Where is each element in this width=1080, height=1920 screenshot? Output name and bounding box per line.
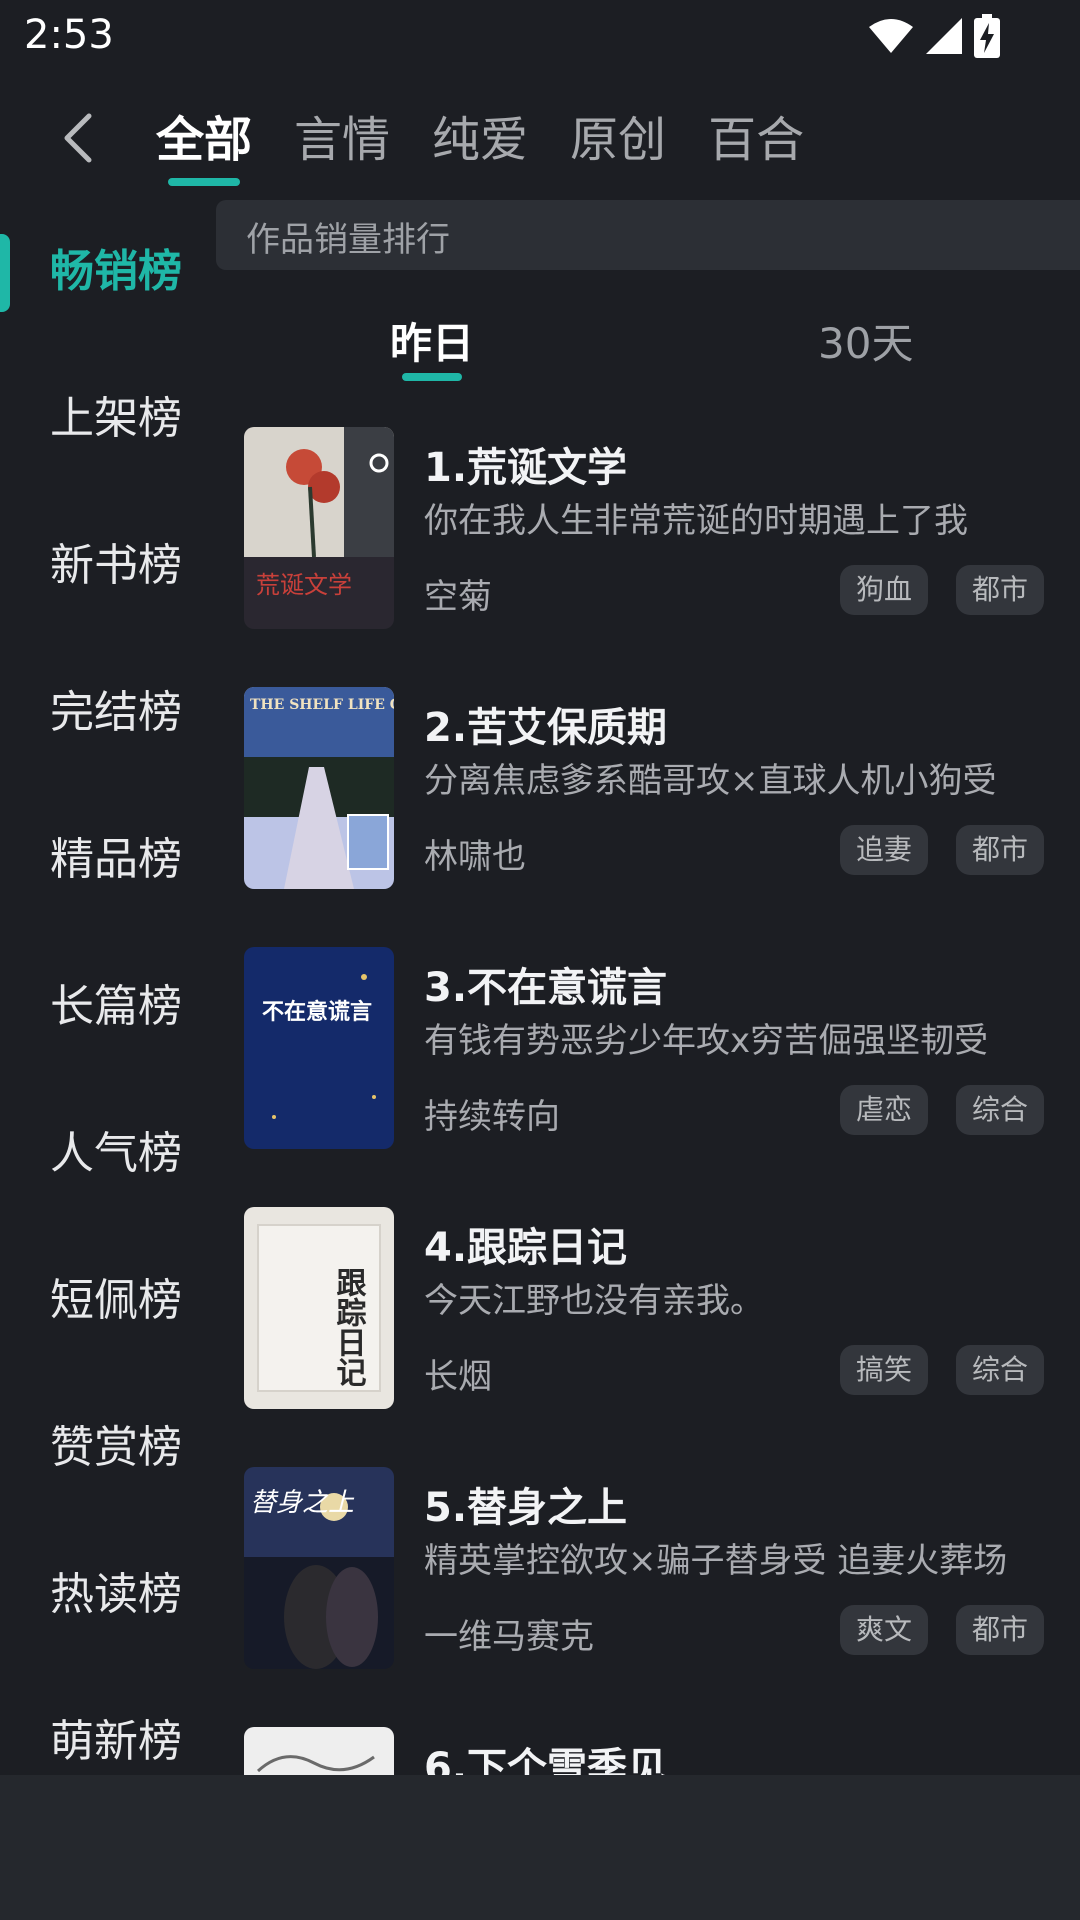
book-tag[interactable]: 追妻 xyxy=(840,825,928,875)
book-tag[interactable]: 综合 xyxy=(956,1345,1044,1395)
book-author: 长烟 xyxy=(424,1357,492,1397)
book-item[interactable]: 不在意谎言 3.不在意谎言 有钱有势恶劣少年攻x穷苦倔强坚韧受 持续转向 虐恋 … xyxy=(244,947,1044,1149)
book-cover[interactable]: 不在意谎言 xyxy=(244,947,394,1149)
book-item[interactable]: 跟踪日记 4.跟踪日记 今天江野也没有亲我。 长烟 搞笑 综合 xyxy=(244,1207,1044,1409)
sidebar-item-newcomer[interactable]: 萌新榜 xyxy=(50,1712,182,1772)
book-title: 1.荒诞文学 xyxy=(424,445,628,491)
chevron-left-icon xyxy=(61,113,95,167)
sidebar-item-hot-read[interactable]: 热读榜 xyxy=(50,1565,182,1625)
sidebar-item-completed[interactable]: 完结榜 xyxy=(50,683,182,743)
book-item[interactable]: 替身之上 5.替身之上 精英掌控欲攻×骗子替身受 追妻火葬场 一维马赛克 爽文 … xyxy=(244,1467,1044,1669)
bottom-bar xyxy=(0,1775,1080,1920)
book-tag[interactable]: 虐恋 xyxy=(840,1085,928,1135)
book-author: 空菊 xyxy=(424,577,492,617)
status-bar: 2:53 xyxy=(0,0,1080,72)
tab-all[interactable]: 全部 xyxy=(156,100,252,186)
tab-gl[interactable]: 百合 xyxy=(708,100,804,180)
cover-title: 替身之上 xyxy=(250,1488,355,1518)
period-tabs: 昨日 30天 xyxy=(216,300,1080,390)
book-tag[interactable]: 搞笑 xyxy=(840,1345,928,1395)
book-cover[interactable] xyxy=(244,1727,394,1775)
book-title: 3.不在意谎言 xyxy=(424,965,668,1011)
sidebar-item-premium[interactable]: 精品榜 xyxy=(50,830,182,890)
tab-30-days[interactable]: 30天 xyxy=(818,310,913,371)
book-cover[interactable]: THE SHELF LIFE OF LOVE xyxy=(244,687,394,889)
book-tags: 虐恋 综合 xyxy=(840,1085,1044,1135)
book-tag[interactable]: 狗血 xyxy=(840,565,928,615)
book-tag[interactable]: 综合 xyxy=(956,1085,1044,1135)
book-tag[interactable]: 都市 xyxy=(956,825,1044,875)
book-item[interactable]: 荒诞文学 1.荒诞文学 你在我人生非常荒诞的时期遇上了我 空菊 狗血 都市 xyxy=(244,427,1044,629)
book-author: 持续转向 xyxy=(424,1097,560,1137)
book-tags: 爽文 都市 xyxy=(840,1605,1044,1655)
tab-yesterday[interactable]: 昨日 xyxy=(390,310,474,381)
book-tag[interactable]: 都市 xyxy=(956,1605,1044,1655)
cover-title: THE SHELF LIFE OF LOVE xyxy=(250,697,394,713)
book-cover[interactable]: 跟踪日记 xyxy=(244,1207,394,1409)
book-title: 6.下个雪季见 xyxy=(424,1745,668,1775)
book-tag[interactable]: 爽文 xyxy=(840,1605,928,1655)
book-title: 5.替身之上 xyxy=(424,1485,628,1531)
cover-title: 不在意谎言 xyxy=(262,999,372,1025)
section-header: 作品销量排行 xyxy=(216,200,1080,270)
book-author: 一维马赛克 xyxy=(424,1617,594,1657)
book-desc: 你在我人生非常荒诞的时期遇上了我 xyxy=(424,501,968,541)
wifi-icon xyxy=(868,17,914,55)
book-desc: 分离焦虑爹系酷哥攻×直球人机小狗受 xyxy=(424,761,997,801)
tab-romance[interactable]: 言情 xyxy=(294,100,390,180)
book-tags: 搞笑 综合 xyxy=(840,1345,1044,1395)
sidebar-item-listing[interactable]: 上架榜 xyxy=(50,389,182,449)
status-icons xyxy=(868,14,1000,58)
book-item[interactable]: THE SHELF LIFE OF LOVE 2.苦艾保质期 分离焦虑爹系酷哥攻… xyxy=(244,687,1044,889)
sidebar-item-new-books[interactable]: 新书榜 xyxy=(50,536,182,596)
battery-charging-icon xyxy=(974,14,1000,58)
book-author: 林啸也 xyxy=(424,837,526,877)
sidebar-item-reward[interactable]: 赞赏榜 xyxy=(50,1418,182,1478)
tab-bl[interactable]: 纯爱 xyxy=(432,100,528,180)
status-time: 2:53 xyxy=(24,12,114,58)
book-item[interactable]: 6.下个雪季见 xyxy=(244,1727,1044,1775)
book-desc: 今天江野也没有亲我。 xyxy=(424,1281,764,1321)
back-button[interactable] xyxy=(48,110,108,170)
book-cover[interactable]: 荒诞文学 xyxy=(244,427,394,629)
book-title: 2.苦艾保质期 xyxy=(424,705,668,751)
ranking-sidebar: 畅销榜 上架榜 新书榜 完结榜 精品榜 长篇榜 人气榜 短佩榜 赞赏榜 热读榜 … xyxy=(0,200,216,1775)
sidebar-item-popular[interactable]: 人气榜 xyxy=(50,1124,182,1184)
top-nav: 全部 言情 纯爱 原创 百合 xyxy=(0,90,1080,200)
book-tags: 追妻 都市 xyxy=(840,825,1044,875)
cover-title: 荒诞文学 xyxy=(256,571,352,599)
book-tag[interactable]: 都市 xyxy=(956,565,1044,615)
book-cover[interactable]: 替身之上 xyxy=(244,1467,394,1669)
book-desc: 精英掌控欲攻×骗子替身受 追妻火葬场 xyxy=(424,1541,1008,1581)
book-tags: 狗血 都市 xyxy=(840,565,1044,615)
category-tabs: 全部 言情 纯爱 原创 百合 xyxy=(156,100,804,186)
book-title: 4.跟踪日记 xyxy=(424,1225,628,1271)
sidebar-item-long[interactable]: 长篇榜 xyxy=(50,977,182,1037)
tab-original[interactable]: 原创 xyxy=(570,100,666,180)
book-desc: 有钱有势恶劣少年攻x穷苦倔强坚韧受 xyxy=(424,1021,989,1061)
sidebar-item-bestseller[interactable]: 畅销榜 xyxy=(50,242,182,302)
sidebar-item-short[interactable]: 短佩榜 xyxy=(50,1271,182,1331)
signal-icon xyxy=(924,16,964,56)
ranking-content: 作品销量排行 昨日 30天 荒诞文学 1.荒诞文学 你在我人生非常荒诞的时期遇上… xyxy=(216,200,1080,1775)
cover-title: 跟踪日记 xyxy=(331,1267,367,1387)
section-header-label: 作品销量排行 xyxy=(246,220,450,260)
sidebar-active-indicator xyxy=(0,234,10,312)
